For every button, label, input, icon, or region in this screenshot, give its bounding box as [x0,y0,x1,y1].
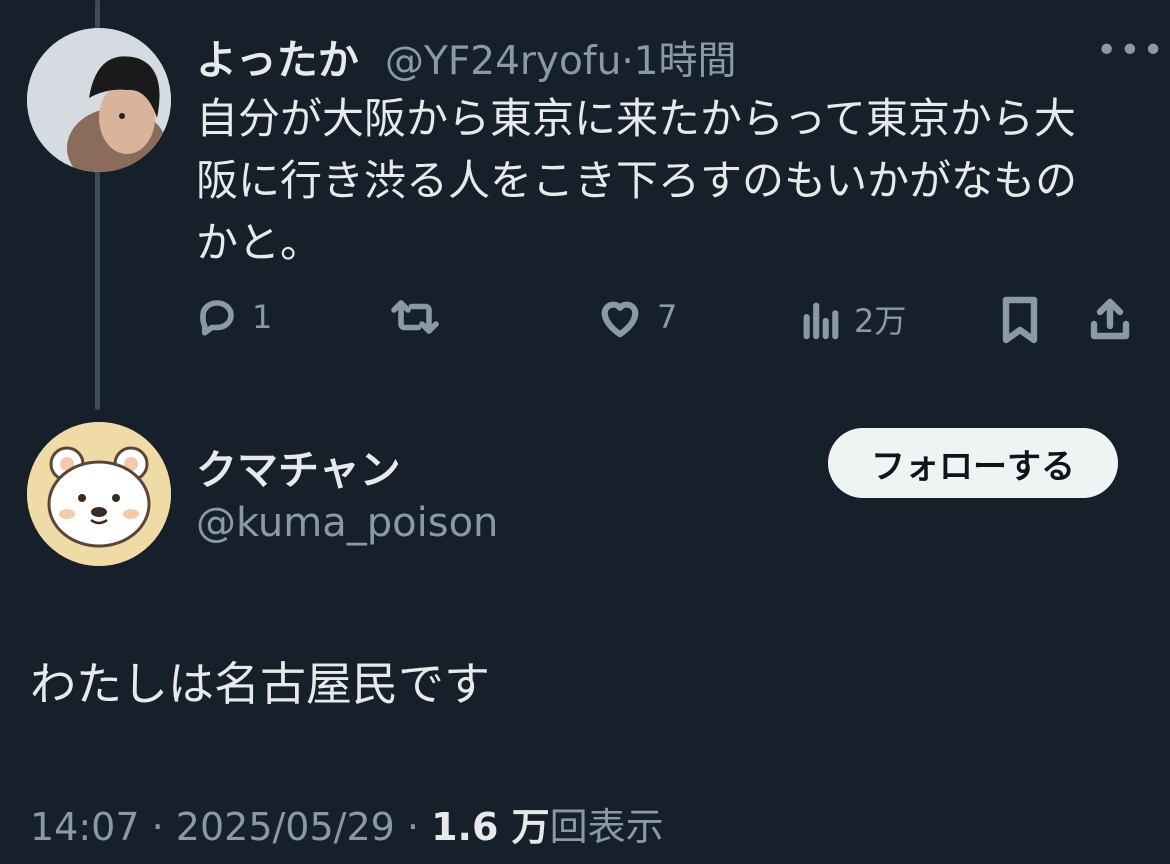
retweet-icon [391,300,439,334]
share-icon [1090,298,1130,340]
follow-button[interactable]: フォローする [828,428,1118,498]
separator: · [406,805,420,849]
avatar[interactable] [27,28,171,172]
tweet-meta: 14:07 · 2025/05/29 · 1.6 万回表示 [30,796,664,851]
timestamp-time[interactable]: 14:07 [30,805,140,849]
reply-count: 1 [252,298,273,336]
separator: · [621,39,634,84]
reply-icon [200,300,234,336]
author-name[interactable]: クマチャン [196,436,401,496]
tweet-text: 自分が大阪から東京に来たからって東京から大阪に行き渋る人をこき下ろすのもいかがな… [196,94,1078,267]
time-ago[interactable]: 1時間 [634,39,737,84]
separator: · [151,805,164,849]
heart-icon [601,301,639,338]
author-handle[interactable]: @YF24ryofu [385,39,621,84]
author-handle-line: @YF24ryofu·1時間 [385,30,737,86]
more-options-icon[interactable]: ••• [1096,30,1166,71]
views-label: 回表示 [549,805,664,849]
avatar[interactable] [27,422,171,566]
share-button[interactable] [1088,296,1132,344]
views-button[interactable]: 2万 [800,296,906,342]
bookmark-button[interactable] [1000,296,1040,344]
author-name[interactable]: よったか [196,26,359,86]
retweet-button[interactable] [390,296,454,338]
reply-text: わたしは名古屋民です [30,657,490,711]
views-chart-icon [803,302,839,340]
bookmark-icon [1002,296,1038,344]
views-count: 2万 [854,302,907,340]
reply-button[interactable]: 1 [196,296,272,338]
author-handle[interactable]: @kuma_poison [196,500,498,546]
like-button[interactable]: 7 [597,296,677,338]
timestamp-date[interactable]: 2025/05/29 [176,805,395,849]
views-number: 1.6 万 [431,805,550,849]
like-count: 7 [657,298,678,336]
